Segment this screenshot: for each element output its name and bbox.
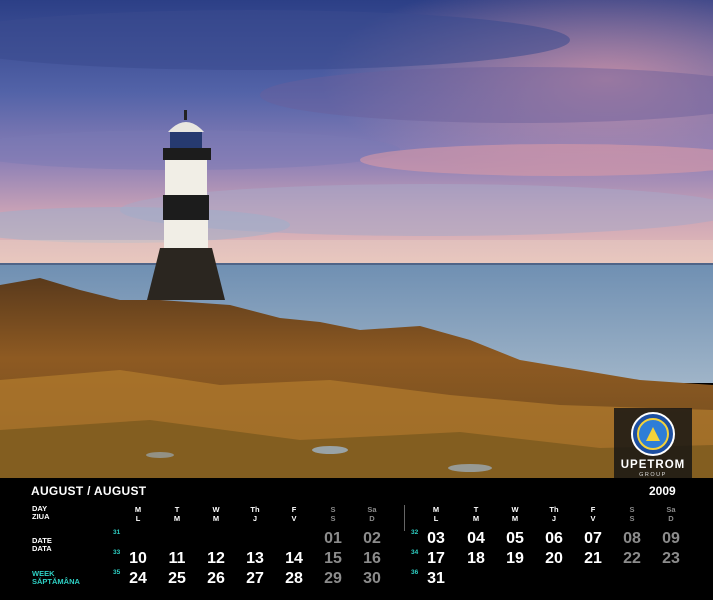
date-cell: 30: [363, 570, 381, 587]
date-cell: 05: [506, 530, 524, 547]
lighthouse-photo: [0, 0, 713, 478]
day-header: TM: [472, 505, 480, 523]
day-header: Sa D: [367, 505, 377, 523]
week-number: 31: [113, 529, 121, 536]
date-cell: 09: [662, 530, 680, 547]
date-cell: 10: [129, 550, 147, 567]
date-cell: 16: [363, 550, 381, 567]
date-cell: 19: [506, 550, 524, 567]
day-row-label: DAY ZIUA: [32, 504, 50, 521]
upetrom-badge-icon: [631, 412, 675, 456]
date-cell: 13: [246, 550, 264, 567]
day-header: Th J: [549, 505, 559, 523]
date-cell: 25: [168, 570, 186, 587]
day-header: WM: [212, 505, 220, 523]
date-cell: 06: [545, 530, 563, 547]
date-row-label: DATE DATA: [32, 536, 52, 553]
date-cell: 18: [467, 550, 485, 567]
date-cell: 28: [285, 570, 303, 587]
date-cell: 07: [584, 530, 602, 547]
day-header: TM: [173, 505, 181, 523]
day-header: FV: [590, 505, 596, 523]
date-cell: 12: [207, 550, 225, 567]
day-header: ML: [432, 505, 440, 523]
date-cell: 11: [168, 550, 186, 567]
lighthouse-scene: [0, 0, 713, 478]
day-header: ML: [134, 505, 142, 523]
day-header: Th J: [250, 505, 260, 523]
upetrom-logo: UPETROM GROUP: [614, 408, 692, 478]
date-cell: 03: [427, 530, 445, 547]
half-divider: [404, 505, 405, 531]
week-row-label: WEEK SĂPTĂMÂNA: [32, 569, 80, 586]
date-cell: 08: [623, 530, 641, 547]
day-header: SS: [629, 505, 635, 523]
date-cell: 24: [129, 570, 147, 587]
brand-name: UPETROM: [620, 459, 686, 471]
date-cell: 29: [324, 570, 342, 587]
date-cell: 22: [623, 550, 641, 567]
date-cell: 14: [285, 550, 303, 567]
date-cell: 27: [246, 570, 264, 587]
date-cell: 23: [662, 550, 680, 567]
date-cell: 31: [427, 570, 445, 587]
day-header: WM: [511, 505, 519, 523]
day-header: FV: [291, 505, 297, 523]
date-cell: 02: [363, 530, 381, 547]
date-cell: 21: [584, 550, 602, 567]
date-cell: 17: [427, 550, 445, 567]
year-title: 2009: [649, 484, 676, 498]
date-cell: 04: [467, 530, 485, 547]
date-cell: 26: [207, 570, 225, 587]
date-cell: 01: [324, 530, 342, 547]
day-header: SS: [330, 505, 336, 523]
date-cell: 15: [324, 550, 342, 567]
date-cell: 20: [545, 550, 563, 567]
month-title: AUGUST / AUGUST: [31, 484, 147, 498]
day-header: Sa D: [666, 505, 676, 523]
